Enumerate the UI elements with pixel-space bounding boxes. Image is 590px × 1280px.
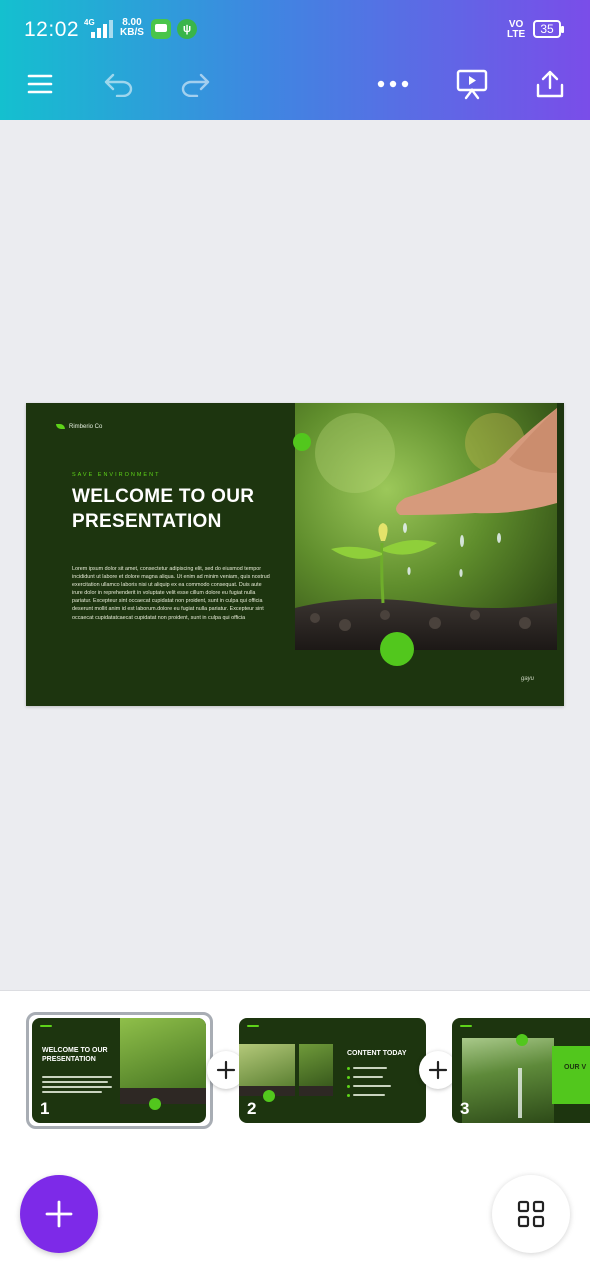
thumb1-brand-mark — [40, 1025, 52, 1027]
usb-notification-icon: ψ — [177, 19, 197, 39]
present-icon — [456, 69, 488, 100]
thumb3-green-panel — [552, 1046, 590, 1104]
thumb2-title: CONTENT TODAY — [347, 1050, 407, 1057]
status-time: 12:02 — [24, 18, 80, 41]
thumb1-photo — [120, 1018, 206, 1104]
thumb2-photo-right — [299, 1044, 333, 1096]
plus-icon — [216, 1060, 236, 1080]
message-notification-icon — [151, 19, 171, 39]
thumb2-text-line — [353, 1067, 387, 1069]
undo-icon — [104, 73, 133, 97]
editor-toolbar — [0, 58, 590, 120]
page-thumbnail-1[interactable]: WELCOME TO OUR PRESENTATION 1 — [32, 1018, 206, 1123]
present-button[interactable] — [450, 62, 494, 106]
thumb2-text-line — [353, 1076, 383, 1078]
thumb3-accent-dot-top — [516, 1034, 528, 1046]
more-button[interactable] — [371, 62, 415, 106]
thumb3-title: OUR V — [564, 1064, 587, 1071]
share-icon — [536, 70, 564, 98]
thumb1-text-line — [42, 1091, 102, 1093]
thumb2-accent-dot — [263, 1090, 275, 1102]
slide-kicker: SAVE ENVIRONMENT — [72, 472, 161, 478]
battery-icon: 35 — [533, 20, 564, 38]
network-speed: 8.00 KB/S — [120, 18, 144, 38]
slide-body-text: Lorem ipsum dolor sit amet, consectetur … — [72, 566, 270, 621]
menu-icon — [27, 74, 53, 94]
menu-button[interactable] — [18, 62, 62, 106]
thumb2-photo-left — [239, 1044, 295, 1096]
share-button[interactable] — [528, 62, 572, 106]
add-element-fab[interactable] — [20, 1175, 98, 1253]
plus-icon — [45, 1200, 73, 1228]
redo-button[interactable] — [173, 62, 217, 106]
volte-indicator: VO LTE — [507, 20, 525, 40]
status-bar: 12:02 4G 8.00 KB/S ψ VO LTE 35 — [0, 0, 590, 60]
thumb3-number: 3 — [460, 1099, 470, 1118]
thumb2-number: 2 — [247, 1099, 257, 1118]
thumb1-text-line — [42, 1081, 108, 1083]
thumb1-title: WELCOME TO OUR PRESENTATION — [42, 1047, 108, 1063]
more-icon — [377, 80, 409, 88]
slide-signature: gayu — [521, 676, 535, 682]
redo-icon — [181, 73, 210, 97]
thumb1-number: 1 — [40, 1099, 50, 1118]
slide-canvas[interactable]: Rimberio Co SAVE ENVIRONMENT WELCOME TO … — [26, 403, 564, 706]
signal-icon — [91, 20, 115, 38]
thumb2-bullet — [347, 1067, 350, 1070]
grid-icon — [517, 1200, 545, 1228]
page-thumbnail-2[interactable]: CONTENT TODAY 2 — [239, 1018, 426, 1123]
thumb2-brand-mark — [247, 1025, 259, 1027]
thumb2-text-line — [353, 1094, 385, 1096]
slide-brand: Rimberio Co — [56, 424, 102, 430]
volte-line2: LTE — [507, 29, 526, 40]
slide-brand-text: Rimberio Co — [69, 424, 103, 431]
thumb1-text-line — [42, 1086, 112, 1088]
grid-view-button[interactable] — [492, 1175, 570, 1253]
thumb2-bullet — [347, 1094, 350, 1097]
thumb1-text-line — [42, 1076, 112, 1078]
speed-unit: KB/S — [120, 27, 144, 38]
thumb2-text-line — [353, 1085, 391, 1087]
thumb3-photo — [462, 1038, 554, 1123]
page-thumbnail-3[interactable]: OUR V 3 — [452, 1018, 590, 1123]
thumb2-bullet — [347, 1076, 350, 1079]
thumb2-bullet — [347, 1085, 350, 1088]
thumb1-accent-dot — [149, 1098, 161, 1110]
top-header: 12:02 4G 8.00 KB/S ψ VO LTE 35 — [0, 0, 590, 120]
slide-title: WELCOME TO OUR PRESENTATION — [72, 486, 255, 532]
slide-plant-photo — [295, 403, 557, 650]
undo-button[interactable] — [97, 62, 141, 106]
leaf-logo-icon — [56, 424, 65, 429]
plus-icon — [428, 1060, 448, 1080]
green-accent-dot-top — [293, 433, 311, 451]
thumb3-brand-mark — [460, 1025, 472, 1027]
green-accent-dot-bottom — [380, 632, 414, 666]
